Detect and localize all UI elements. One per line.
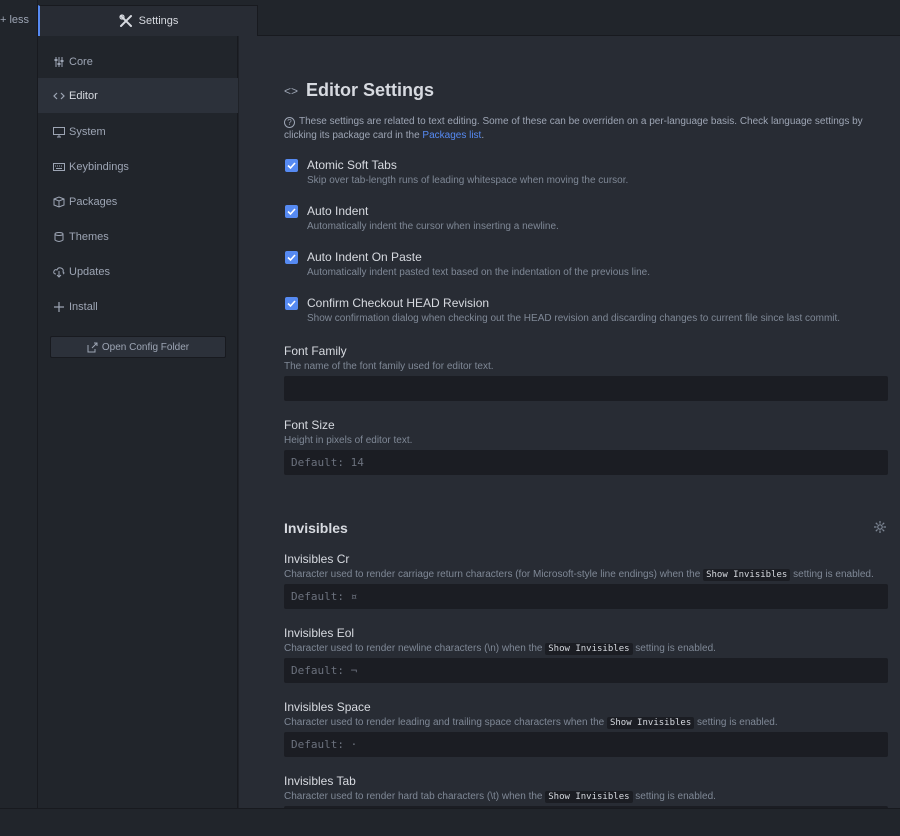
settings-main-panel: <> Editor Settings ? These settings are r…: [239, 36, 900, 808]
sidebar-item-label: Themes: [69, 230, 109, 243]
setting-title: Auto Indent On Paste: [307, 250, 422, 264]
setting-description: The name of the font family used for edi…: [284, 361, 494, 372]
font-family-input[interactable]: [284, 376, 888, 401]
section-title-text: Editor Settings: [306, 80, 435, 100]
setting-description: Automatically indent the cursor when ins…: [307, 221, 559, 232]
tab-label: Settings: [138, 15, 179, 27]
code-icon: <>: [284, 83, 299, 98]
sidebar-item-themes[interactable]: Themes: [38, 219, 238, 254]
tools-icon: [119, 14, 133, 28]
sidebar-item-label: Core: [69, 55, 93, 68]
setting-title: Invisibles Tab: [284, 774, 356, 788]
status-bar: [0, 808, 900, 836]
sidebar-item-editor[interactable]: Editor: [38, 78, 238, 113]
settings-sidebar: Core Editor System Keybindings Packages …: [38, 36, 238, 808]
question-icon: ?: [284, 117, 295, 128]
keyboard-icon: [53, 161, 65, 173]
sidebar-item-system[interactable]: System: [38, 114, 238, 149]
setting-title: Font Family: [284, 344, 347, 358]
link-external-icon: [87, 342, 98, 353]
sidebar-item-label: System: [69, 125, 106, 138]
setting-description: Height in pixels of editor text.: [284, 435, 413, 446]
show-invisibles-code: Show Invisibles: [545, 643, 633, 655]
setting-font-size: Font Size Height in pixels of editor tex…: [284, 418, 888, 475]
cloud-download-icon: [53, 266, 65, 278]
invisibles-eol-input[interactable]: [284, 658, 888, 683]
sidebar-item-updates[interactable]: Updates: [38, 254, 238, 289]
show-invisibles-code: Show Invisibles: [703, 569, 791, 581]
setting-invisibles-tab: Invisibles Tab Character used to render …: [284, 774, 888, 808]
setting-title: Invisibles Space: [284, 700, 371, 714]
package-icon: [53, 195, 65, 208]
setting-title: Auto Indent: [307, 204, 369, 218]
auto-indent-checkbox[interactable]: [285, 205, 298, 218]
note-text: These settings are related to text editi…: [284, 116, 863, 141]
setting-description: Show confirmation dialog when checking o…: [307, 313, 841, 324]
setting-description: Automatically indent pasted text based o…: [307, 267, 651, 278]
sidebar-item-install[interactable]: Install: [38, 289, 238, 324]
sidebar-item-label: Packages: [69, 195, 118, 208]
setting-description: Skip over tab-length runs of leading whi…: [307, 175, 629, 186]
code-icon: [53, 90, 65, 102]
setting-description: Character used to render leading and tra…: [284, 717, 778, 729]
show-invisibles-code: Show Invisibles: [606, 717, 695, 729]
plus-icon: [53, 301, 65, 313]
sidebar-item-keybindings[interactable]: Keybindings: [38, 149, 238, 184]
invisibles-heading: Invisibles: [284, 520, 348, 536]
setting-invisibles-space: Invisibles Space Character used to rende…: [284, 700, 888, 757]
monitor-icon: [53, 126, 65, 138]
setting-title: Atomic Soft Tabs: [307, 158, 397, 172]
sidebar-item-packages[interactable]: Packages: [38, 184, 238, 219]
setting-description: Character used to render hard tab charac…: [284, 791, 716, 803]
open-config-folder-button[interactable]: Open Config Folder: [50, 336, 226, 358]
tree-view-strip: + less: [0, 0, 38, 808]
atomic-soft-tabs-checkbox[interactable]: [285, 159, 298, 172]
setting-description: Character used to render carriage return…: [284, 569, 874, 581]
note-end: .: [481, 130, 485, 141]
section-note: ? These settings are related to text edit…: [284, 115, 874, 143]
setting-title: Font Size: [284, 418, 335, 432]
setting-description: Character used to render newline charact…: [284, 643, 716, 655]
tab-settings[interactable]: Settings: [38, 5, 258, 36]
setting-title: Confirm Checkout HEAD Revision: [307, 296, 490, 310]
editor-settings-heading: <> Editor Settings: [284, 80, 434, 101]
tab-bar: Settings: [38, 0, 900, 36]
font-size-input[interactable]: [284, 450, 888, 475]
show-invisibles-code: Show Invisibles: [545, 791, 633, 803]
gear-icon[interactable]: [873, 520, 887, 534]
invisibles-space-input[interactable]: [284, 732, 888, 757]
sidebar-item-label: Updates: [69, 265, 110, 278]
auto-indent-on-paste-checkbox[interactable]: [285, 251, 298, 264]
sidebar-item-label: Keybindings: [69, 160, 129, 173]
setting-invisibles-cr: Invisibles Cr Character used to render c…: [284, 552, 888, 609]
invisibles-cr-input[interactable]: [284, 584, 888, 609]
setting-title: Invisibles Cr: [284, 552, 350, 566]
setting-invisibles-eol: Invisibles Eol Character used to render …: [284, 626, 888, 683]
confirm-checkout-head-checkbox[interactable]: [285, 297, 298, 310]
tree-item-less[interactable]: + less: [0, 14, 29, 26]
sidebar-item-label: Editor: [69, 89, 98, 102]
setting-font-family: Font Family The name of the font family …: [284, 344, 888, 401]
sidebar-item-label: Install: [69, 300, 98, 313]
setting-title: Invisibles Eol: [284, 626, 355, 640]
sliders-icon: [53, 56, 65, 68]
paintcan-icon: [53, 231, 65, 243]
sidebar-item-core[interactable]: Core: [38, 44, 238, 79]
open-config-label: Open Config Folder: [101, 341, 190, 353]
packages-list-link[interactable]: Packages list: [422, 130, 481, 141]
